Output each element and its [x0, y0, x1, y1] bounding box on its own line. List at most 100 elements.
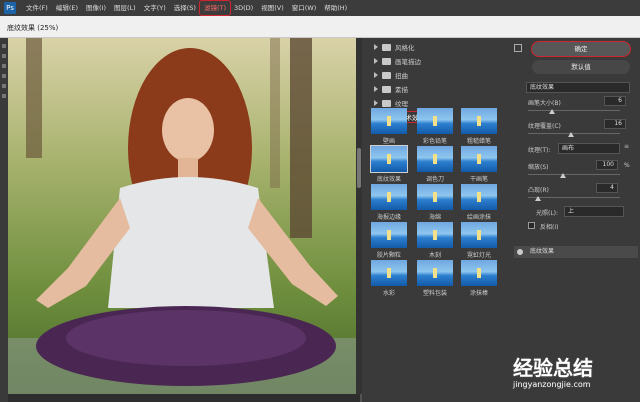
folder-label: 画笔描边 — [395, 58, 421, 66]
menu-layer[interactable]: 图层(L) — [110, 1, 140, 15]
thumb-image — [370, 145, 408, 173]
folder-label: 风格化 — [395, 44, 415, 52]
texture-menu-icon[interactable]: ≡ — [624, 143, 629, 150]
invert-checkbox[interactable] — [528, 222, 535, 229]
filter-thumb[interactable]: 水彩 — [370, 260, 408, 298]
folder-icon — [382, 99, 391, 107]
thumb-label: 彩色铅笔 — [422, 138, 447, 145]
menu-select[interactable]: 选择(S) — [170, 1, 200, 15]
menu-help[interactable]: 帮助(H) — [320, 1, 351, 15]
light-label: 光照(L): — [536, 210, 559, 217]
folder-sketch[interactable]: 素描 — [362, 82, 510, 96]
texture-coverage-input[interactable]: 16 — [604, 119, 626, 129]
menu-3d[interactable]: 3D(D) — [230, 1, 257, 15]
thumb-image — [417, 184, 453, 210]
menu-type[interactable]: 文字(Y) — [140, 1, 170, 15]
thumb-image — [461, 146, 497, 172]
thumb-image — [371, 184, 407, 210]
texture-coverage-label: 纹理覆盖(C) — [528, 123, 561, 130]
filter-thumb[interactable]: 彩色铅笔 — [416, 108, 454, 146]
texture-coverage-slider[interactable] — [528, 133, 620, 134]
folder-stylize[interactable]: 风格化 — [362, 40, 510, 54]
ok-button[interactable]: 确定 — [531, 41, 631, 57]
tool-icon[interactable] — [2, 44, 6, 48]
folder-distort[interactable]: 扭曲 — [362, 68, 510, 82]
relief-slider[interactable] — [528, 197, 620, 198]
filter-thumb[interactable]: 胶片颗粒 — [370, 222, 408, 260]
scaling-slider[interactable] — [528, 174, 620, 175]
chevron-right-icon — [374, 86, 378, 92]
texture-label: 纹理(T): — [528, 147, 551, 154]
filter-thumb[interactable]: 塑料包装 — [416, 260, 454, 298]
dialog-titlebar: 底纹效果 (25%) — [0, 16, 640, 38]
preview-photo — [8, 38, 360, 394]
filter-thumb[interactable]: 绘画涂抹 — [460, 184, 498, 222]
default-button[interactable]: 默认值 — [532, 60, 630, 74]
filter-thumb[interactable]: 壁画 — [370, 108, 408, 146]
relief-label: 凸现(R) — [528, 187, 549, 194]
filter-thumb[interactable]: 木刻 — [416, 222, 454, 260]
menu-image[interactable]: 图像(I) — [82, 1, 110, 15]
thumb-label: 霓虹灯光 — [466, 252, 491, 259]
thumb-image — [417, 108, 453, 134]
filter-thumb[interactable]: 霓虹灯光 — [460, 222, 498, 260]
zoom-bar[interactable] — [8, 394, 360, 402]
filter-gallery: 风格化 画笔描边 扭曲 素描 纹理 艺术效果 壁画 彩色铅笔 粗糙蜡笔 底纹效果… — [362, 38, 510, 402]
filter-thumb[interactable]: 调色刀 — [416, 146, 454, 184]
scaling-unit: % — [624, 162, 630, 169]
tool-icon[interactable] — [2, 54, 6, 58]
filter-thumb[interactable]: 海绵 — [416, 184, 454, 222]
slider-knob-icon[interactable] — [549, 109, 555, 114]
folder-label: 素描 — [395, 86, 408, 94]
thumb-image — [461, 222, 497, 248]
thumb-image — [461, 184, 497, 210]
folder-label: 纹理 — [395, 100, 408, 108]
thumb-image — [461, 108, 497, 134]
texture-select[interactable]: 画布 — [558, 143, 620, 154]
folder-icon — [382, 57, 391, 65]
thumb-image — [371, 222, 407, 248]
effect-layer-row[interactable]: 底纹效果 — [514, 246, 638, 258]
folder-icon — [382, 71, 391, 79]
light-select[interactable]: 上 — [564, 206, 624, 217]
folder-icon — [382, 43, 391, 51]
thumb-label: 木刻 — [428, 252, 441, 259]
slider-knob-icon[interactable] — [568, 132, 574, 137]
slider-knob-icon[interactable] — [560, 173, 566, 178]
menu-filter[interactable]: 滤镜(T) — [198, 0, 232, 16]
thumb-image — [371, 260, 407, 286]
filter-thumb-selected[interactable]: 底纹效果 — [370, 145, 408, 184]
chevron-right-icon — [374, 44, 378, 50]
collapse-icon[interactable] — [514, 44, 522, 52]
tool-icon[interactable] — [2, 94, 6, 98]
filter-preview-image — [8, 38, 360, 394]
tool-icon[interactable] — [2, 74, 6, 78]
folder-icon — [382, 85, 391, 93]
relief-input[interactable]: 4 — [596, 183, 618, 193]
menu-file[interactable]: 文件(F) — [22, 1, 52, 15]
filter-thumb[interactable]: 海报边缘 — [370, 184, 408, 222]
tools-strip — [0, 38, 8, 402]
slider-knob-icon[interactable] — [535, 196, 541, 201]
thumb-label: 海绵 — [428, 214, 441, 221]
menu-view[interactable]: 视图(V) — [257, 1, 288, 15]
folder-label: 扭曲 — [395, 72, 408, 80]
thumb-label: 壁画 — [382, 138, 395, 145]
brush-size-input[interactable]: 6 — [604, 96, 626, 106]
chevron-right-icon — [374, 58, 378, 64]
filter-thumb[interactable]: 涂抹棒 — [460, 260, 498, 298]
filter-thumb[interactable]: 粗糙蜡笔 — [460, 108, 498, 146]
tool-icon[interactable] — [2, 84, 6, 88]
thumb-image — [417, 260, 453, 286]
filter-select[interactable]: 底纹效果 — [526, 82, 630, 93]
watermark-url: jingyanzongjie.com — [513, 380, 591, 389]
brush-size-slider[interactable] — [528, 110, 620, 111]
menu-edit[interactable]: 编辑(E) — [52, 1, 82, 15]
menu-window[interactable]: 窗口(W) — [288, 1, 321, 15]
tool-icon[interactable] — [2, 64, 6, 68]
scaling-input[interactable]: 100 — [596, 160, 618, 170]
eye-icon[interactable] — [517, 249, 523, 255]
brush-size-label: 画笔大小(B) — [528, 100, 561, 107]
folder-brush-strokes[interactable]: 画笔描边 — [362, 54, 510, 68]
filter-thumb[interactable]: 干画笔 — [460, 146, 498, 184]
